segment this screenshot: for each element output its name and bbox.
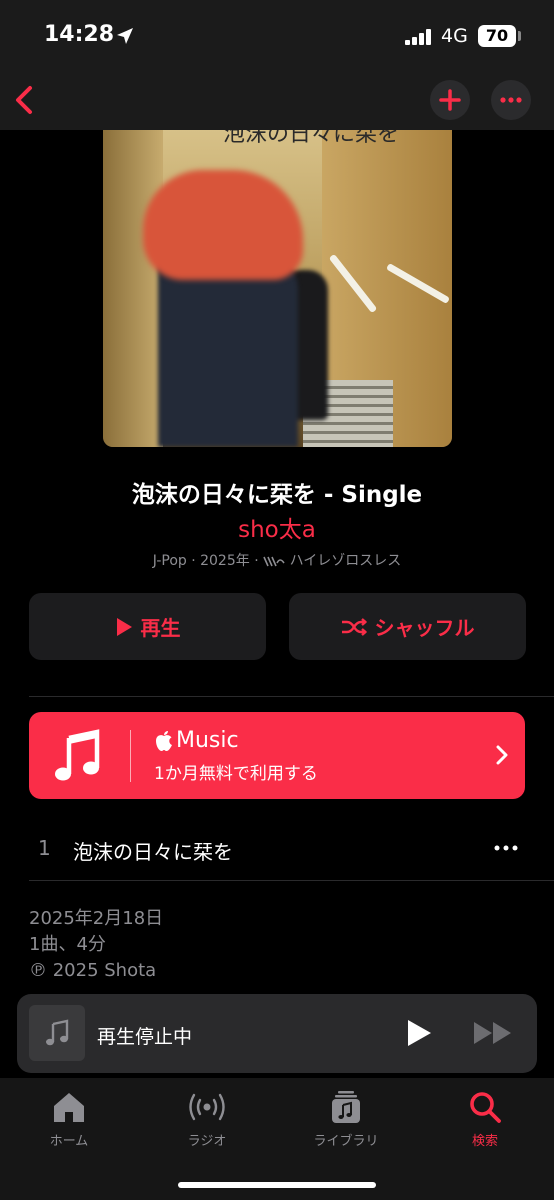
tab-search-label: 検索 (471, 1134, 498, 1149)
track-number: 1 (38, 836, 51, 860)
search-icon (470, 1092, 501, 1123)
mini-player-title: 再生停止中 (97, 1026, 193, 1048)
shuffle-button[interactable]: シャッフル (289, 593, 526, 660)
music-note-icon (46, 1019, 69, 1046)
cellular-signal-icon (405, 29, 431, 45)
play-icon (116, 617, 132, 636)
mini-player-artwork (29, 1005, 85, 1061)
track-row[interactable]: 1 泡沫の日々に栞を (0, 820, 554, 876)
banner-separator (130, 730, 131, 782)
album-title: 泡沫の日々に栞を - Single (131, 482, 423, 508)
tab-home-label: ホーム (49, 1134, 89, 1149)
home-icon (54, 1093, 84, 1122)
banner-subtitle: 1か月無料で利用する (154, 764, 318, 784)
tab-library[interactable]: ライブラリ (291, 1090, 401, 1149)
album-meta: J-Pop · 2025年 · ハイレゾロスレス (0, 550, 554, 570)
plus-icon (439, 89, 461, 111)
hi-res-label: ハイレゾロスレス (289, 553, 402, 569)
tab-home[interactable]: ホーム (14, 1090, 124, 1149)
status-bar: 14:28 4G 70 (0, 0, 554, 70)
chevron-left-icon[interactable] (8, 78, 48, 122)
release-date: 2025年2月18日 (29, 908, 164, 929)
nav-bar (0, 70, 554, 130)
divider (29, 696, 554, 697)
play-icon[interactable] (405, 1018, 433, 1048)
add-button[interactable] (430, 80, 470, 120)
track-title: 泡沫の日々に栞を (73, 840, 233, 864)
banner-brand-text: Music (176, 728, 239, 753)
fast-forward-icon[interactable] (472, 1019, 516, 1047)
track-summary: 1曲、4分 (29, 934, 106, 955)
location-arrow-icon (117, 28, 133, 44)
shuffle-icon (341, 617, 367, 636)
album-meta-text: J-Pop · 2025年 · (152, 553, 259, 569)
track-ellipsis-icon[interactable] (493, 838, 519, 858)
shuffle-label: シャッフル (374, 616, 475, 640)
battery-indicator: 70 (478, 25, 516, 47)
divider (29, 880, 554, 881)
copyright: ℗ 2025 Shota (29, 960, 157, 981)
artist-name[interactable]: sho太a (0, 510, 554, 544)
ellipsis-icon (500, 97, 522, 103)
play-label: 再生 (140, 616, 181, 640)
tab-library-label: ライブラリ (313, 1134, 379, 1149)
tab-search[interactable]: 検索 (430, 1090, 540, 1149)
mini-player[interactable]: 再生停止中 (17, 994, 537, 1073)
tab-radio[interactable]: ラジオ (152, 1090, 262, 1149)
apple-music-logo: Music (154, 728, 239, 753)
more-options-button[interactable] (491, 80, 531, 120)
radio-icon (189, 1093, 225, 1121)
play-button[interactable]: 再生 (29, 593, 266, 660)
apple-music-banner[interactable]: Music 1か月無料で利用する (29, 712, 525, 799)
chevron-right-icon (496, 745, 508, 765)
battery-cap (518, 31, 521, 41)
album-footer-info: 2025年2月18日 1曲、4分 ℗ 2025 Shota (29, 906, 163, 984)
apple-logo-icon (156, 730, 172, 751)
artwork-title-text: 泡沫の日々に栞を (223, 130, 400, 147)
network-type: 4G (441, 25, 468, 47)
home-indicator[interactable] (178, 1182, 376, 1188)
library-icon (332, 1091, 360, 1123)
status-time: 14:28 (44, 22, 115, 47)
album-artwork: 泡沫の日々に栞を (103, 130, 452, 447)
hi-res-lossless-icon (263, 556, 285, 567)
tab-radio-label: ラジオ (187, 1134, 227, 1149)
music-note-icon (55, 729, 100, 781)
